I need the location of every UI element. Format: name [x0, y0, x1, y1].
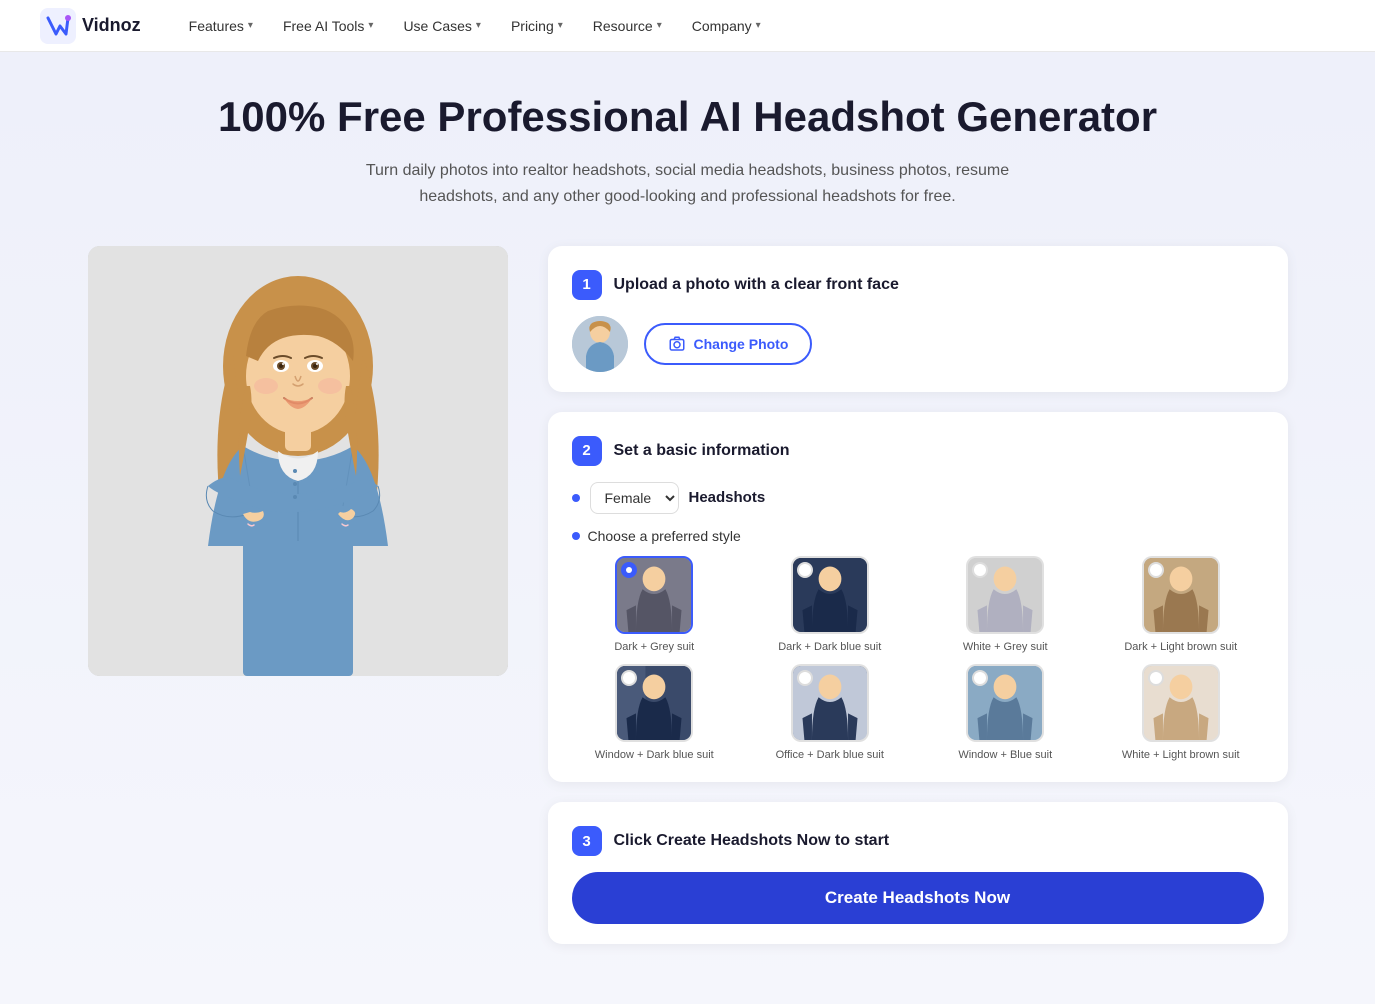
page-subtitle: Turn daily photos into realtor headshots… [348, 158, 1028, 209]
style-radio-office-darkblue [797, 670, 813, 686]
step1-title: Upload a photo with a clear front face [614, 276, 899, 294]
chevron-down-icon: ▾ [476, 20, 481, 31]
step2-badge: 2 [572, 436, 602, 466]
step3-card: 3 Click Create Headshots Now to start Cr… [548, 802, 1288, 944]
thumbnail-image [572, 316, 628, 372]
style-radio-white-grey [972, 562, 988, 578]
chevron-down-icon: ▾ [558, 20, 563, 31]
step2-card: 2 Set a basic information Female Male He… [548, 412, 1288, 783]
nav-item-pricing[interactable]: Pricing ▾ [499, 12, 575, 40]
step1-card: 1 Upload a photo with a clear front face [548, 246, 1288, 392]
logo-text: Vidnoz [82, 15, 141, 36]
step1-header: 1 Upload a photo with a clear front face [572, 270, 1264, 300]
style-item-white-grey[interactable]: White + Grey suit [923, 556, 1089, 654]
main-photo [88, 246, 508, 676]
style-label-dark-darkblue: Dark + Dark blue suit [778, 640, 881, 654]
nav-item-use-cases[interactable]: Use Cases ▾ [391, 12, 493, 40]
style-radio-white-lightbrown [1148, 670, 1164, 686]
style-thumb-white-lightbrown [1142, 664, 1220, 742]
style-item-office-darkblue[interactable]: Office + Dark blue suit [747, 664, 913, 762]
logo-icon [40, 8, 76, 44]
camera-icon [668, 335, 686, 353]
style-thumb-office-darkblue [791, 664, 869, 742]
nav-item-free-ai-tools[interactable]: Free AI Tools ▾ [271, 12, 385, 40]
chevron-down-icon: ▾ [657, 20, 662, 31]
bullet-icon [572, 532, 580, 540]
bullet-icon [572, 494, 580, 502]
nav-item-resource[interactable]: Resource ▾ [581, 12, 674, 40]
style-radio-dark-grey [621, 562, 637, 578]
style-item-window-blue[interactable]: Window + Blue suit [923, 664, 1089, 762]
style-thumb-dark-lightbrown [1142, 556, 1220, 634]
step2-title: Set a basic information [614, 442, 790, 460]
nav-links: Features ▾ Free AI Tools ▾ Use Cases ▾ P… [177, 12, 773, 40]
step3-badge: 3 [572, 826, 602, 856]
create-headshots-button[interactable]: Create Headshots Now [572, 872, 1264, 924]
style-label-office-darkblue: Office + Dark blue suit [776, 748, 884, 762]
content-row: 1 Upload a photo with a clear front face [88, 246, 1288, 945]
chevron-down-icon: ▾ [248, 20, 253, 31]
chevron-down-icon: ▾ [368, 20, 373, 31]
navbar: Vidnoz Features ▾ Free AI Tools ▾ Use Ca… [0, 0, 1375, 52]
logo[interactable]: Vidnoz [40, 8, 141, 44]
uploaded-photo-thumbnail [572, 316, 628, 372]
hero-section: 100% Free Professional AI Headshot Gener… [60, 92, 1315, 210]
right-panel: 1 Upload a photo with a clear front face [548, 246, 1288, 945]
style-radio-dark-lightbrown [1148, 562, 1164, 578]
style-item-white-lightbrown[interactable]: White + Light brown suit [1098, 664, 1264, 762]
nav-item-company[interactable]: Company ▾ [680, 12, 773, 40]
style-item-dark-grey[interactable]: Dark + Grey suit [572, 556, 738, 654]
style-grid: Dark + Grey suit [572, 556, 1264, 763]
style-label-white-lightbrown: White + Light brown suit [1122, 748, 1240, 762]
step1-badge: 1 [572, 270, 602, 300]
main-content: 100% Free Professional AI Headshot Gener… [0, 52, 1375, 1004]
style-thumb-white-grey [966, 556, 1044, 634]
headshots-label: Headshots [689, 489, 766, 506]
style-thumb-window-darkblue [615, 664, 693, 742]
chevron-down-icon: ▾ [756, 20, 761, 31]
style-label-window-darkblue: Window + Dark blue suit [595, 748, 714, 762]
change-photo-button[interactable]: Change Photo [644, 323, 813, 365]
main-photo-panel [88, 246, 508, 676]
style-label-dark-lightbrown: Dark + Light brown suit [1124, 640, 1237, 654]
style-item-window-darkblue[interactable]: Window + Dark blue suit [572, 664, 738, 762]
step2-header: 2 Set a basic information [572, 436, 1264, 466]
style-label-window-blue: Window + Blue suit [958, 748, 1052, 762]
step1-body: Change Photo [572, 316, 1264, 372]
gender-select[interactable]: Female Male [590, 482, 679, 514]
step2-gender-row: Female Male Headshots [572, 482, 1264, 514]
step3-header: 3 Click Create Headshots Now to start [572, 826, 1264, 856]
step3-title: Click Create Headshots Now to start [614, 832, 890, 850]
style-label-white-grey: White + Grey suit [963, 640, 1048, 654]
style-thumb-window-blue [966, 664, 1044, 742]
nav-item-features[interactable]: Features ▾ [177, 12, 265, 40]
style-item-dark-lightbrown[interactable]: Dark + Light brown suit [1098, 556, 1264, 654]
style-thumb-dark-grey [615, 556, 693, 634]
style-thumb-dark-darkblue [791, 556, 869, 634]
woman-illustration [88, 246, 508, 676]
style-item-dark-darkblue[interactable]: Dark + Dark blue suit [747, 556, 913, 654]
style-radio-dark-darkblue [797, 562, 813, 578]
page-title: 100% Free Professional AI Headshot Gener… [60, 92, 1315, 142]
style-label-dark-grey: Dark + Grey suit [614, 640, 694, 654]
style-section-label: Choose a preferred style [572, 528, 1264, 544]
